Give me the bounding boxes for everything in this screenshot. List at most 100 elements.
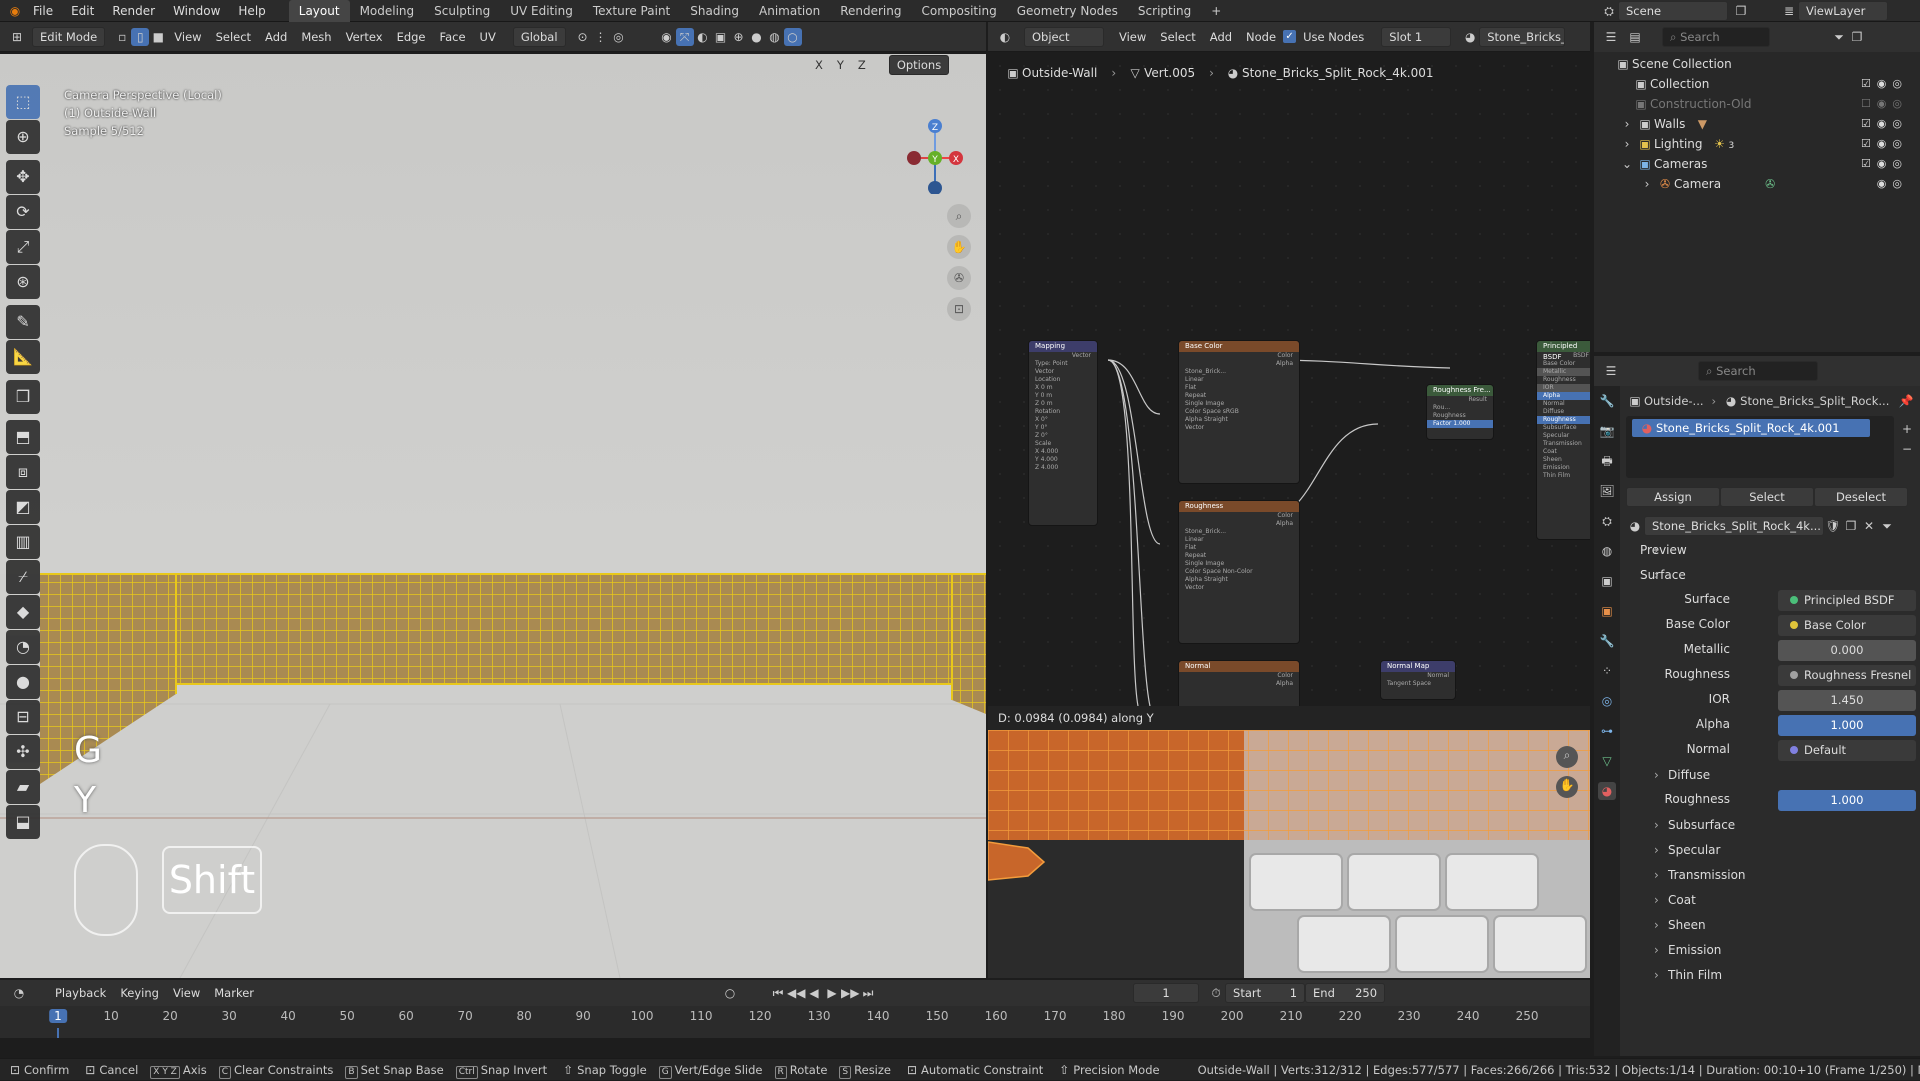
surface-section[interactable]: Surface [1626, 563, 1916, 588]
shading-solid-icon[interactable]: ● [748, 28, 766, 46]
orientation-selector[interactable]: Global [512, 26, 566, 47]
menu-face[interactable]: Face [433, 30, 473, 44]
alpha-field-value[interactable]: 1.000 [1778, 715, 1916, 736]
tab-rendering[interactable]: Rendering [830, 0, 911, 22]
zoom-icon[interactable]: ⌕ [947, 204, 971, 228]
menu-help[interactable]: Help [229, 0, 274, 22]
material-filter-icon[interactable]: ⏷ [1878, 517, 1896, 535]
gizmo-icon[interactable]: ⤧ [675, 27, 694, 46]
base-color-colorspace[interactable]: Color Space sRGB [1179, 408, 1299, 416]
properties-type-icon[interactable]: ☰ [1602, 362, 1620, 380]
sheen-section[interactable]: Sheen [1626, 913, 1916, 938]
axis-x-toggle[interactable]: X [808, 58, 830, 72]
bsdf-metallic[interactable]: Metallic [1537, 368, 1590, 376]
node-editor-type-icon[interactable]: ◐ [996, 28, 1014, 46]
unlink-material-icon[interactable]: ✕ [1860, 517, 1878, 535]
menu-mesh[interactable]: Mesh [294, 30, 338, 44]
base-color-extension[interactable]: Repeat [1179, 392, 1299, 400]
object-selector[interactable]: Object [1024, 26, 1104, 47]
shrink-icon[interactable]: ✣ [6, 735, 40, 769]
principled-bsdf-node[interactable]: Principled BSDF BSDF Base Color Metallic… [1536, 340, 1590, 540]
roughness-extension[interactable]: Repeat [1179, 552, 1299, 560]
edge-slide-icon[interactable]: ⊟ [6, 700, 40, 734]
timeline-ruler[interactable]: 1 10 20 30 40 50 60 70 80 90 100 110 120 130 140 150 160… [0, 1006, 1590, 1028]
tab-scripting[interactable]: Scripting [1128, 0, 1201, 22]
base-color-texture-node[interactable]: Base Color Color Alpha Stone_Brick... Li… [1178, 340, 1300, 484]
menu-edit[interactable]: Edit [62, 0, 103, 22]
diffuse-section[interactable]: Diffuse [1626, 763, 1916, 788]
expand-chevron-icon[interactable]: › [1618, 135, 1636, 153]
bsdf-alpha[interactable]: Alpha [1537, 392, 1590, 400]
timeline-type-icon[interactable]: ◔ [10, 984, 28, 1002]
menu-add[interactable]: Add [258, 30, 294, 44]
lock-icon[interactable]: ⊡ [947, 297, 971, 321]
outliner-search[interactable]: ⌕ Search [1662, 27, 1770, 47]
uv-editor[interactable]: D: 0.0984 (0.0984) along Y ⌕ ✋ [988, 706, 1590, 978]
material-selector[interactable]: Stone_Bricks_Sp [1479, 26, 1566, 47]
construction-visibility[interactable]: ☐◉◎ [1861, 94, 1908, 114]
base-color-source[interactable]: Single Image [1179, 400, 1299, 408]
slot-add-icon[interactable]: + [1898, 420, 1916, 438]
deselect-button[interactable]: Deselect [1814, 487, 1908, 507]
camera-view-icon[interactable]: ✇ [947, 266, 971, 290]
select-button[interactable]: Select [1720, 487, 1814, 507]
constraints-tab-icon[interactable]: ⊶ [1598, 722, 1616, 740]
walls-visibility[interactable]: ☑◉◎ [1861, 114, 1908, 134]
physics-tab-icon[interactable]: ◎ [1598, 692, 1616, 710]
timeline-view-menu[interactable]: View [166, 986, 207, 1000]
outliner-item-cameras[interactable]: ⌄ ▣ Cameras ☑◉◎ [1594, 154, 1920, 174]
emission-section[interactable]: Emission [1626, 938, 1916, 963]
menu-file[interactable]: File [24, 0, 62, 22]
base-color-alpha-mode[interactable]: Alpha Straight [1179, 416, 1299, 424]
props-breadcrumb-object[interactable]: Outside-... [1644, 394, 1704, 408]
props-breadcrumb-material[interactable]: Stone_Bricks_Split_Rock... [1740, 394, 1889, 408]
menu-vertex[interactable]: Vertex [339, 30, 390, 44]
inset-icon[interactable]: ⧈ [6, 455, 40, 489]
shader-node-editor[interactable]: ▣ Outside-Wall › ▽ Vert.005 › ◕ Stone_Br… [988, 54, 1590, 706]
camera-visibility[interactable]: ◉◎ [1877, 174, 1908, 194]
fake-user-icon[interactable]: 🛡 [1824, 517, 1842, 535]
tab-texture-paint[interactable]: Texture Paint [583, 0, 680, 22]
collapse-chevron-icon[interactable]: ⌄ [1618, 155, 1636, 173]
duplicate-material-icon[interactable]: ❐ [1842, 517, 1860, 535]
vertex-select-icon[interactable]: ▫ [113, 28, 131, 46]
menu-select[interactable]: Select [209, 30, 258, 44]
shading-material-icon[interactable]: ◍ [766, 28, 784, 46]
node-menu-add[interactable]: Add [1203, 30, 1239, 44]
uv-zoom-icon[interactable]: ⌕ [1556, 746, 1578, 768]
bevel-icon[interactable]: ◩ [6, 490, 40, 524]
navigation-gizmo[interactable]: Z X Y [888, 84, 978, 194]
outliner-item-construction-old[interactable]: ▣ Construction-Old ☐◉◎ [1594, 94, 1920, 114]
tab-animation[interactable]: Animation [749, 0, 830, 22]
play-icon[interactable]: ▶ [823, 984, 841, 1002]
roughness-source[interactable]: Single Image [1179, 560, 1299, 568]
snap-icon[interactable]: ⋮ [592, 28, 610, 46]
node-menu-select[interactable]: Select [1153, 30, 1202, 44]
ior-field-value[interactable]: 1.450 [1778, 690, 1916, 711]
rough-fresnel-group[interactable]: Rou... [1427, 404, 1493, 412]
jump-end-icon[interactable]: ⏭ [859, 984, 877, 1002]
blender-logo-icon[interactable]: ◉ [6, 2, 24, 20]
outliner-item-scene-collection[interactable]: ▣ Scene Collection [1594, 54, 1920, 74]
metallic-field-value[interactable]: 0.000 [1778, 640, 1916, 661]
tab-geometry-nodes[interactable]: Geometry Nodes [1007, 0, 1128, 22]
pan-hand-icon[interactable]: ✋ [947, 235, 971, 259]
xray-icon[interactable]: ▣ [712, 28, 730, 46]
keying-menu[interactable]: Keying [113, 986, 166, 1000]
tab-uv-editing[interactable]: UV Editing [500, 0, 583, 22]
menu-window[interactable]: Window [164, 0, 229, 22]
menu-render[interactable]: Render [103, 0, 164, 22]
expand-chevron-icon[interactable]: › [1618, 115, 1636, 133]
transmission-section[interactable]: Transmission [1626, 863, 1916, 888]
tab-modeling[interactable]: Modeling [350, 0, 425, 22]
pin-icon[interactable]: 📌 [1897, 392, 1915, 410]
mode-selector[interactable]: Edit Mode [32, 26, 106, 47]
node-menu-view[interactable]: View [1112, 30, 1153, 44]
view-layer-tab-icon[interactable]: 🖼 [1598, 482, 1616, 500]
roughness-colorspace[interactable]: Color Space Non-Color [1179, 568, 1299, 576]
measure-icon[interactable]: 📐 [6, 340, 40, 374]
outliner-item-collection[interactable]: ▣ Collection ☑◉◎ [1594, 74, 1920, 94]
roughness-texture-node[interactable]: Roughness Color Alpha Stone_Brick... Lin… [1178, 500, 1300, 644]
properties-search[interactable]: ⌕ Search [1698, 361, 1818, 381]
render-tab-icon[interactable]: 📷 [1598, 422, 1616, 440]
